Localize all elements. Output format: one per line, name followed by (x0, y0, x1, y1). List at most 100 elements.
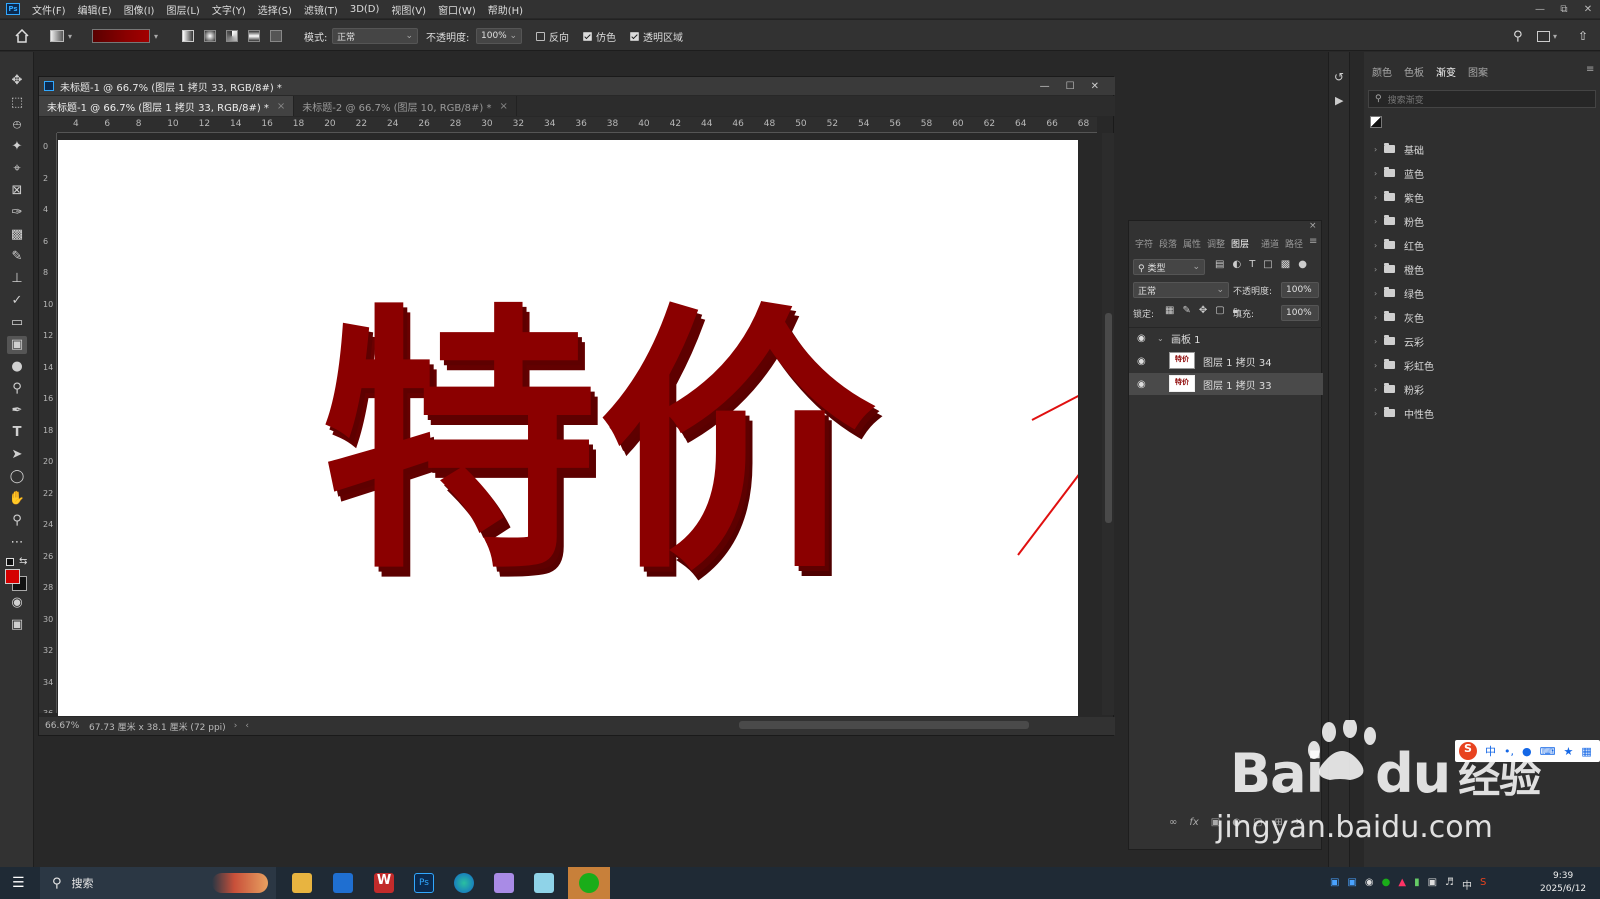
microphone-icon[interactable]: ● (1522, 745, 1532, 758)
add-mask-icon[interactable]: ▣ (1211, 817, 1220, 828)
home-icon[interactable] (14, 28, 30, 44)
share-icon[interactable]: ⇧ (1578, 28, 1588, 44)
tab-adjustments[interactable]: 调整 (1207, 237, 1225, 250)
tray-icon[interactable]: ▲ (1398, 877, 1406, 892)
panel-close-icon[interactable]: × (1309, 221, 1317, 231)
menu-image[interactable]: 图像(I) (118, 2, 161, 17)
adjustment-layer-icon[interactable]: ◐ (1232, 817, 1241, 828)
type-filter-icon[interactable]: T (1249, 259, 1255, 270)
path-selection-tool-icon[interactable]: ➤ (7, 446, 27, 464)
blend-mode-select[interactable]: 正常 ⌄ (1133, 282, 1229, 298)
reverse-checkbox[interactable]: 反向 (536, 28, 569, 44)
delete-layer-icon[interactable]: ✕ (1295, 817, 1303, 828)
tab-swatches[interactable]: 色板 (1404, 64, 1424, 79)
gradient-swatch[interactable] (92, 29, 150, 43)
tab-gradients[interactable]: 渐变 (1436, 64, 1456, 79)
chevron-down-icon[interactable]: ⌄ (1157, 334, 1164, 343)
transparency-checkbox[interactable]: 透明区域 (630, 28, 683, 44)
tab-patterns[interactable]: 图案 (1468, 64, 1488, 79)
gradient-folder[interactable]: › 基础 (1374, 140, 1424, 158)
visibility-eye-icon[interactable]: ◉ (1137, 379, 1151, 390)
lock-transparent-icon[interactable]: ▦ (1165, 305, 1174, 316)
keyboard-icon[interactable]: ⌨ (1540, 745, 1556, 758)
tray-wechat-icon[interactable]: ● (1382, 877, 1391, 892)
blur-tool-icon[interactable]: ● (7, 358, 27, 376)
default-colors-icon[interactable] (6, 558, 14, 566)
close-icon[interactable]: × (277, 101, 285, 112)
play-icon[interactable]: ▶ (1335, 94, 1343, 107)
gradient-folder[interactable]: › 灰色 (1374, 308, 1424, 326)
screen-mode-icon[interactable]: ▣ (7, 616, 27, 634)
gradient-folder[interactable]: › 粉色 (1374, 212, 1424, 230)
doc-maximize-icon[interactable]: ☐ (1066, 81, 1075, 92)
clock[interactable]: 9:39 2025/6/12 (1540, 870, 1586, 896)
tab-character[interactable]: 字符 (1135, 237, 1153, 250)
link-layers-icon[interactable]: ∞ (1169, 817, 1177, 828)
chevron-right-icon[interactable]: › (1374, 265, 1384, 274)
menu-select[interactable]: 选择(S) (252, 2, 298, 17)
dodge-tool-icon[interactable]: ⚲ (7, 380, 27, 398)
panel-menu-icon[interactable]: ≡ (1586, 64, 1594, 75)
app-icon[interactable] (494, 873, 514, 893)
mode-select[interactable]: 正常 ⌄ (332, 28, 418, 44)
frame-tool-icon[interactable]: ⊠ (7, 182, 27, 200)
lasso-tool-icon[interactable]: ⦺ (7, 116, 27, 134)
adjustment-filter-icon[interactable]: ◐ (1232, 259, 1241, 270)
gradient-folder[interactable]: › 橙色 (1374, 260, 1424, 278)
chevron-right-icon[interactable]: › (1374, 337, 1384, 346)
app-icon[interactable] (333, 873, 353, 893)
menu-file[interactable]: 文件(F) (26, 2, 72, 17)
healing-brush-tool-icon[interactable]: ▩ (7, 226, 27, 244)
brush-tool-icon[interactable]: ✎ (7, 248, 27, 266)
edge-icon[interactable] (454, 873, 474, 893)
panel-menu-icon[interactable]: ≡ (1309, 236, 1317, 247)
layer-filter-select[interactable]: ⚲ 类型 ⌄ (1133, 259, 1205, 275)
menu-window[interactable]: 窗口(W) (432, 2, 482, 17)
layer-group-row[interactable]: ◉ ⌄ 画板 1 (1129, 327, 1323, 349)
menu-type[interactable]: 文字(Y) (206, 2, 252, 17)
layer-row-selected[interactable]: ◉ 特价 图层 1 拷贝 33 (1129, 373, 1323, 395)
filter-toggle-icon[interactable]: ● (1298, 259, 1307, 270)
network-icon[interactable]: ▣ (1428, 877, 1437, 892)
menu-help[interactable]: 帮助(H) (482, 2, 529, 17)
recent-gradient-swatch[interactable] (1370, 116, 1382, 128)
type-tool-icon[interactable]: T (7, 424, 27, 442)
opacity-field[interactable]: 100% ⌄ (476, 28, 522, 44)
gradient-folder[interactable]: › 粉彩 (1374, 380, 1424, 398)
close-icon[interactable]: ✕ (1576, 4, 1600, 15)
tab-color[interactable]: 颜色 (1372, 64, 1392, 79)
new-group-icon[interactable]: ▢ (1253, 817, 1262, 828)
gradient-tool-preset-icon[interactable]: ▾ (50, 28, 72, 44)
pixel-filter-icon[interactable]: ▤ (1215, 259, 1224, 270)
punctuation-icon[interactable]: •, (1504, 745, 1514, 758)
chevron-right-icon[interactable]: › (1374, 241, 1384, 250)
shape-filter-icon[interactable]: □ (1263, 259, 1272, 270)
wps-icon[interactable]: W (374, 873, 394, 893)
scroll-thumb[interactable] (1105, 313, 1112, 523)
skin-icon[interactable]: ★ (1564, 745, 1574, 758)
gradient-folder[interactable]: › 中性色 (1374, 404, 1434, 422)
minimize-icon[interactable]: — (1528, 4, 1552, 15)
chevron-right-icon[interactable]: › (1374, 169, 1384, 178)
vertical-scrollbar[interactable] (1102, 133, 1114, 715)
swap-colors-icon[interactable]: ⇆ (19, 556, 27, 567)
fx-icon[interactable]: fx (1189, 817, 1198, 828)
menu-layer[interactable]: 图层(L) (160, 2, 205, 17)
menu-3d[interactable]: 3D(D) (344, 4, 386, 15)
crop-tool-icon[interactable]: ⌖ (7, 160, 27, 178)
gradient-folder[interactable]: › 彩虹色 (1374, 356, 1434, 374)
menu-filter[interactable]: 滤镜(T) (298, 2, 344, 17)
sogou-tray-icon[interactable]: S (1480, 877, 1486, 892)
diamond-gradient-button[interactable] (270, 28, 282, 44)
chevron-right-icon[interactable]: › (1374, 193, 1384, 202)
restore-icon[interactable]: ⧉ (1552, 4, 1576, 15)
visibility-eye-icon[interactable]: ◉ (1137, 356, 1151, 367)
pen-tool-icon[interactable]: ✒ (7, 402, 27, 420)
gradient-tool-icon[interactable]: ▣ (7, 336, 27, 354)
tray-ime[interactable]: 中 (1462, 877, 1472, 892)
tray-icon[interactable]: ▣ (1347, 877, 1356, 892)
gradient-folder[interactable]: › 云彩 (1374, 332, 1424, 350)
stamp-tool-icon[interactable]: ⊥ (7, 270, 27, 288)
chevron-right-icon[interactable]: › (1374, 313, 1384, 322)
angle-gradient-button[interactable] (226, 28, 238, 44)
